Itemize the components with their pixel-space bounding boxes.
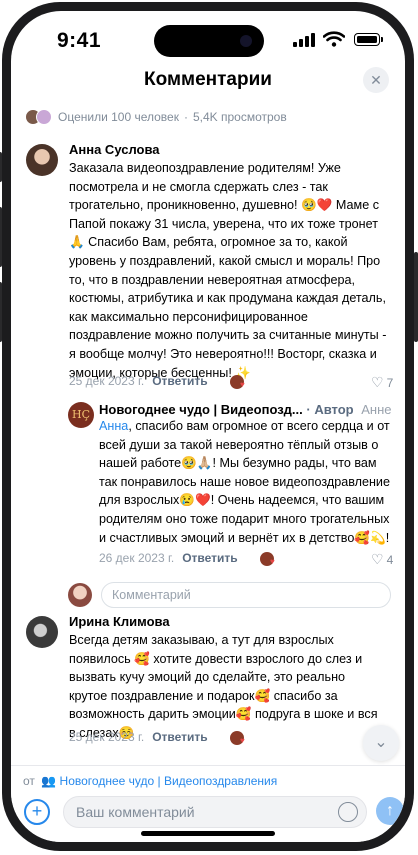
likes-count[interactable]: Оценили 100 человек bbox=[58, 110, 179, 124]
volume-up-button bbox=[0, 207, 2, 267]
reply-button[interactable]: Ответить bbox=[152, 730, 207, 744]
dynamic-island bbox=[154, 25, 264, 57]
chevron-down-icon: ⌄ bbox=[374, 734, 388, 751]
send-button[interactable]: ↑ bbox=[376, 797, 404, 825]
home-indicator bbox=[141, 831, 275, 836]
reply-to: Анне bbox=[361, 402, 392, 417]
page-title: Комментарии bbox=[144, 69, 272, 90]
like-count: 7 bbox=[386, 375, 394, 390]
like-count: 4 bbox=[386, 552, 394, 567]
power-button bbox=[414, 252, 418, 342]
phone-frame: 9:41 Комментарии ✕ Оценили 100 человек ·… bbox=[0, 2, 418, 851]
arrow-up-icon: ↑ bbox=[386, 802, 394, 819]
from-prefix: от bbox=[23, 774, 35, 788]
avatar[interactable] bbox=[26, 616, 58, 648]
heart-icon: ♥ bbox=[240, 736, 245, 745]
comment-text: Всегда детям заказываю, а тут для взросл… bbox=[69, 633, 378, 740]
emoji-icon[interactable] bbox=[338, 802, 358, 822]
battery-icon bbox=[354, 33, 380, 46]
comment-input[interactable]: Ваш комментарий bbox=[63, 796, 367, 828]
reply-text: Анна, спасибо вам огромное от всего серд… bbox=[99, 417, 395, 547]
reply-date: 26 дек 2023 г. bbox=[99, 551, 175, 565]
reply-comment-input[interactable]: Комментарий bbox=[101, 582, 391, 608]
post-as-selector[interactable]: от 👥 Новогоднее чудо | Видеопоздравления bbox=[23, 774, 277, 788]
status-time: 9:41 bbox=[57, 29, 102, 52]
like-button[interactable]: ♡ 7 bbox=[371, 374, 393, 391]
heart-icon: ♥ bbox=[270, 557, 275, 566]
cellular-signal-icon bbox=[293, 33, 315, 47]
screen: 9:41 Комментарии ✕ Оценили 100 человек ·… bbox=[11, 11, 405, 842]
reply-button[interactable]: Ответить bbox=[182, 551, 237, 565]
comment-author[interactable]: Ирина Климова bbox=[69, 614, 170, 629]
post-as-group[interactable]: Новогоднее чудо | Видеопоздравления bbox=[60, 774, 278, 788]
heart-outline-icon: ♡ bbox=[371, 374, 384, 390]
comment-date: 25 дек 2023 г. bbox=[69, 374, 145, 388]
close-button[interactable]: ✕ bbox=[363, 67, 389, 93]
heart-icon: ♥ bbox=[240, 380, 245, 389]
current-user-avatar bbox=[68, 583, 92, 607]
like-button[interactable]: ♡ 4 bbox=[371, 551, 393, 568]
volume-down-button bbox=[0, 282, 2, 342]
comments-header: Комментарии ✕ bbox=[11, 65, 405, 97]
wifi-icon bbox=[323, 31, 345, 47]
comment-footer: 25 дек 2023 г. Ответить bbox=[69, 374, 208, 388]
comment-date: 25 дек 2023 г. bbox=[69, 730, 145, 744]
reply-author-name: Новогоднее чудо | Видеопозд... bbox=[99, 402, 303, 417]
mute-switch bbox=[0, 152, 2, 182]
close-icon: ✕ bbox=[370, 72, 382, 88]
meta-separator: · bbox=[183, 110, 188, 124]
heart-outline-icon: ♡ bbox=[371, 551, 384, 567]
battery-tip bbox=[381, 37, 383, 42]
scroll-down-button[interactable]: ⌄ bbox=[363, 725, 399, 761]
comment-text: Заказала видеопоздравление родителям! Уж… bbox=[69, 161, 387, 380]
comment-author[interactable]: Анна Суслова bbox=[69, 142, 160, 157]
liker-avatar bbox=[36, 109, 52, 125]
author-badge: · Автор bbox=[306, 402, 354, 417]
post-meta: Оценили 100 человек · 5,4K просмотров bbox=[25, 107, 287, 127]
attach-button[interactable]: + bbox=[24, 799, 50, 825]
views-count: 5,4K просмотров bbox=[192, 110, 287, 124]
reply-body: , спасибо вам огромное от всего сердца и… bbox=[99, 419, 390, 545]
reply-button[interactable]: Ответить bbox=[152, 374, 207, 388]
avatar[interactable] bbox=[26, 144, 58, 176]
comment-input-placeholder: Ваш комментарий bbox=[76, 804, 195, 820]
plus-icon: + bbox=[31, 801, 43, 821]
reply-footer: 26 дек 2023 г. Ответить bbox=[99, 551, 238, 565]
status-bar: 9:41 bbox=[11, 11, 405, 65]
mention-link[interactable]: Анна bbox=[99, 419, 128, 433]
camera-icon bbox=[240, 35, 252, 47]
group-icon: 👥 bbox=[41, 774, 57, 788]
reply-author[interactable]: Новогоднее чудо | Видеопозд... · Автор А… bbox=[99, 402, 392, 417]
comment-footer: 25 дек 2023 г. Ответить bbox=[69, 730, 208, 744]
group-avatar[interactable]: HÇ bbox=[68, 402, 94, 428]
